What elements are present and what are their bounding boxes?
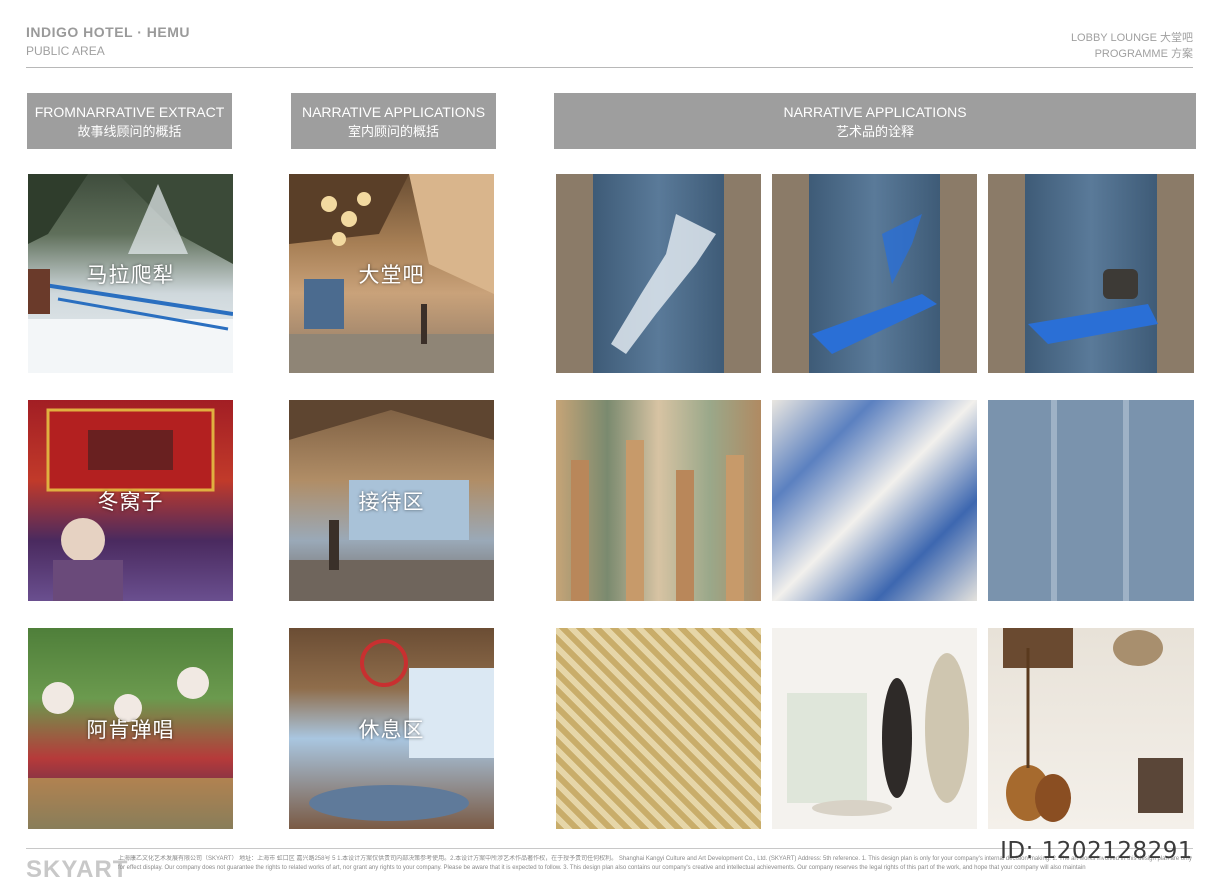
image-art-instruments: [988, 628, 1194, 829]
header-left: INDIGO HOTEL · HEMU PUBLIC AREA: [26, 24, 190, 60]
section-title-cn: 室内顾问的概括: [347, 123, 439, 139]
image-reception-area: 接待区: [289, 400, 494, 601]
art-installation-2: [812, 214, 937, 354]
section-title-cn: 故事线顾问的概括: [77, 123, 182, 139]
image-art-objects: [772, 628, 977, 829]
instruments-illustration: [1003, 628, 1183, 822]
image-art-collage-columns: [556, 400, 761, 601]
tile-label: 阿肯弹唱: [86, 717, 175, 742]
image-id-watermark: ID: 1202128291: [1000, 838, 1193, 864]
art-installation-1: [611, 214, 716, 354]
image-lobby-bar: 大堂吧: [289, 174, 494, 373]
tile-label: 马拉爬犁: [86, 262, 175, 287]
image-art-sleigh-blue: [772, 174, 977, 373]
fabric-panel: [1051, 400, 1129, 601]
section-title-en: FROMNARRATIVE EXTRACT: [34, 103, 225, 120]
tile-label: 大堂吧: [358, 262, 425, 287]
image-aken-singing: 阿肯弹唱: [28, 628, 233, 829]
image-art-saddle-sleigh: [988, 174, 1194, 373]
art-objects: [787, 653, 969, 816]
art-installation-3: [1028, 269, 1158, 344]
section-title-en: NARRATIVE APPLICATIONS: [301, 103, 486, 120]
image-lounge-area: 休息区: [289, 628, 494, 829]
hotel-title: INDIGO HOTEL · HEMU: [26, 24, 191, 40]
image-art-jellyfish-frame: [556, 174, 761, 373]
tile-label: 休息区: [358, 717, 425, 742]
image-art-gold-mosaic: [556, 628, 761, 829]
image-art-fabric-panel: [988, 400, 1194, 601]
header-divider: [26, 67, 1193, 68]
tile-label: 接待区: [358, 489, 425, 514]
brand-logo: SKYART: [26, 856, 129, 883]
image-winter-dwelling: 冬窝子: [28, 400, 233, 601]
section-header-interior-applications: NARRATIVE APPLICATIONS 室内顾问的概括: [291, 93, 496, 149]
tile-label: 冬窝子: [97, 489, 164, 514]
art-collage-1: [571, 440, 744, 601]
section-title-cn: 艺术品的诠释: [835, 123, 914, 139]
header-right: LOBBY LOUNGE 大堂吧 PROGRAMME 方案: [1071, 30, 1193, 62]
image-art-collage-blue: [772, 400, 977, 601]
section-header-art-applications: NARRATIVE APPLICATIONS 艺术品的诠释: [554, 93, 1196, 149]
space-name: LOBBY LOUNGE 大堂吧: [1070, 32, 1193, 44]
area-subtitle: PUBLIC AREA: [26, 44, 105, 58]
section-header-narrative-extract: FROMNARRATIVE EXTRACT 故事线顾问的概括: [27, 93, 232, 149]
section-title-en: NARRATIVE APPLICATIONS: [783, 103, 967, 120]
image-horse-sleigh: 马拉爬犁: [28, 174, 233, 373]
programme-label: PROGRAMME 方案: [1094, 48, 1193, 60]
